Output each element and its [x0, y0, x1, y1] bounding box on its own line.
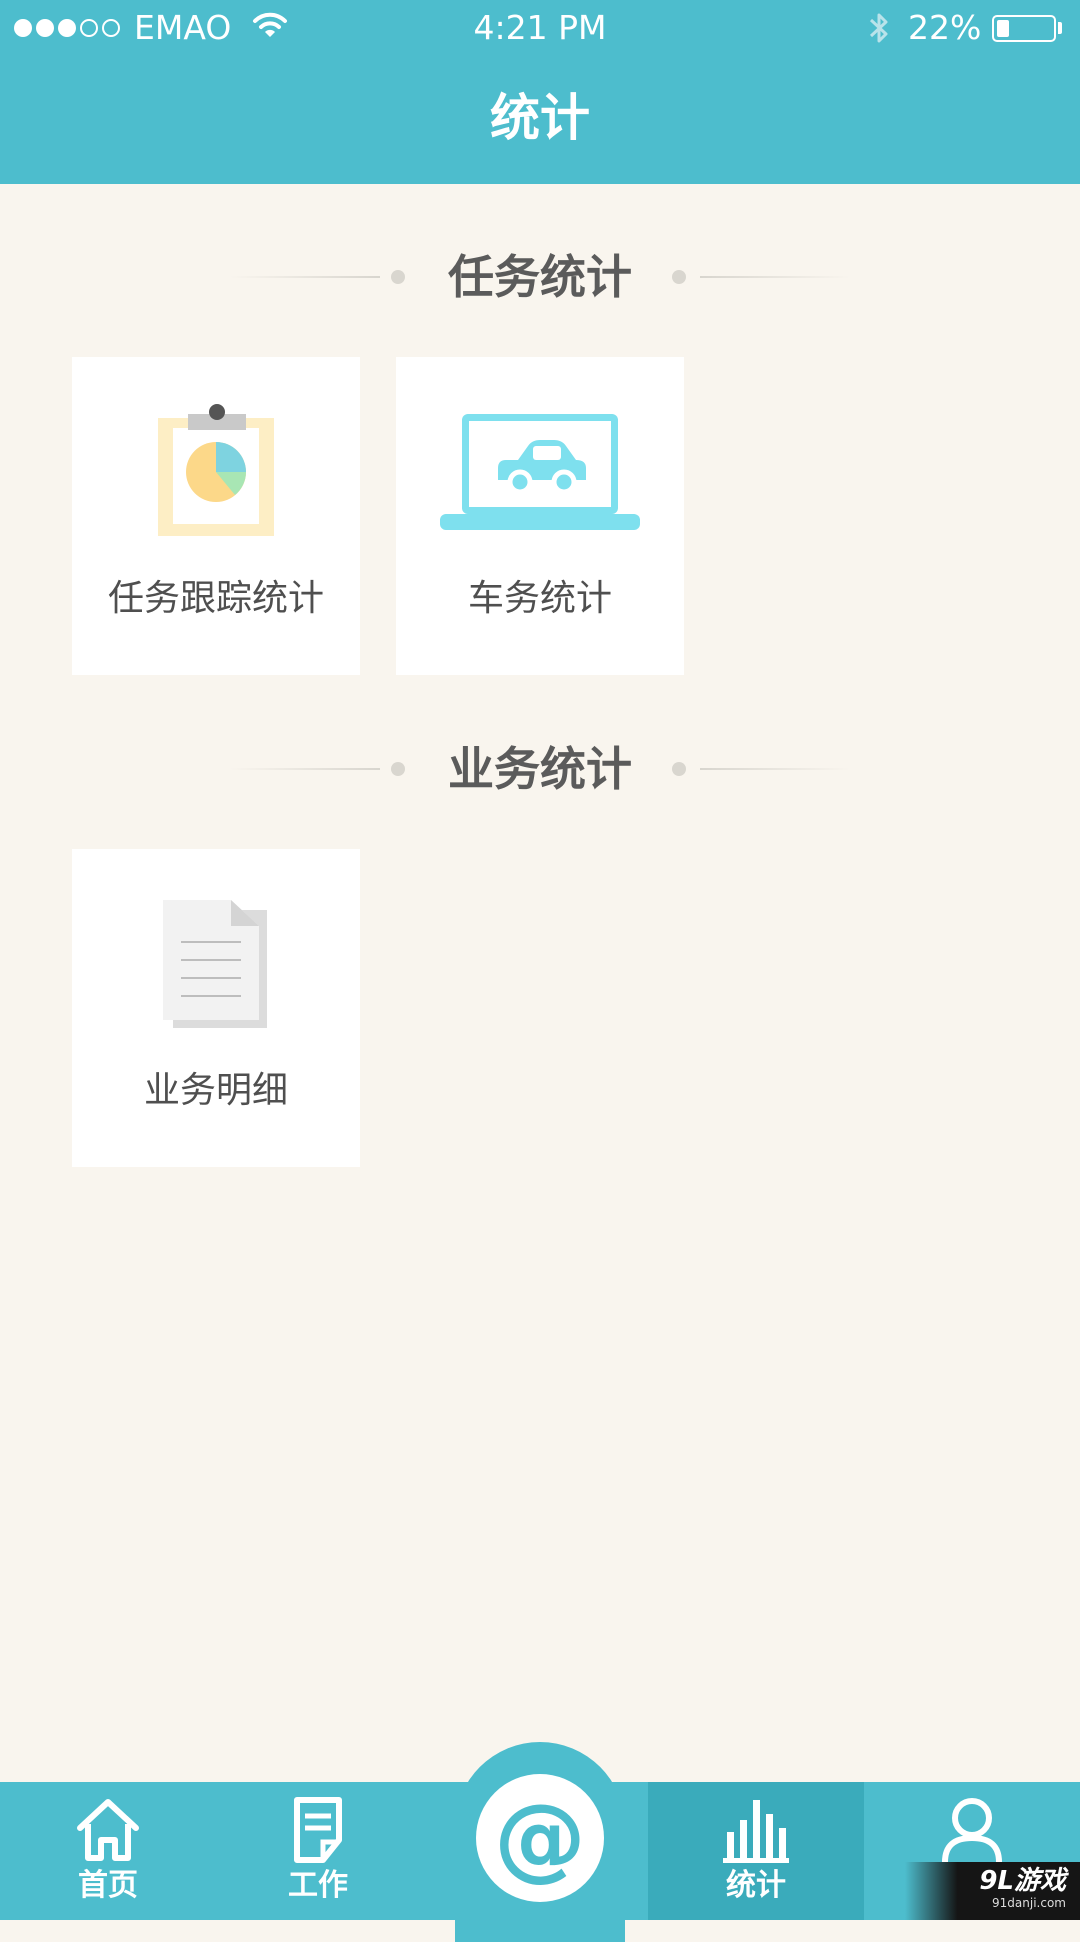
watermark-subtext: 91danji.com: [992, 1896, 1066, 1910]
laptop-car-icon: [396, 397, 684, 547]
user-icon: [864, 1796, 1080, 1864]
section-title: 任务统计: [448, 250, 632, 304]
card-label: 任务跟踪统计: [107, 578, 324, 619]
home-icon: [0, 1796, 216, 1864]
battery-cap: [1058, 22, 1062, 34]
bar-chart-icon: [648, 1796, 864, 1864]
tab-home[interactable]: 首页: [0, 1782, 216, 1920]
tab-work[interactable]: 工作: [210, 1782, 426, 1920]
section-header-task-stats: 任务统计: [0, 237, 1080, 317]
center-at-button[interactable]: @: [476, 1774, 604, 1902]
divider-line: [700, 276, 850, 278]
tab-label: 首页: [78, 1868, 138, 1903]
watermark-logo: 9L游戏 91danji.com: [905, 1862, 1080, 1920]
divider-line: [700, 768, 850, 770]
card-label: 车务统计: [467, 578, 612, 619]
tab-statistics[interactable]: 统计: [648, 1782, 864, 1920]
bluetooth-icon: [866, 10, 892, 50]
clipboard-pie-chart-icon: [72, 397, 360, 547]
status-bar: EMAO 4:21 PM 22%: [0, 0, 1080, 56]
battery-level-fill: [997, 20, 1009, 37]
divider-dot: [672, 762, 686, 776]
card-task-tracking-stats[interactable]: 任务跟踪统计: [72, 357, 360, 675]
nav-bar: 统计: [0, 56, 1080, 184]
battery-percentage: 22%: [908, 8, 982, 47]
tab-label: 统计: [726, 1868, 786, 1903]
section-header-business-stats: 业务统计: [0, 729, 1080, 809]
at-sign-icon: @: [494, 1784, 586, 1891]
card-vehicle-stats[interactable]: 车务统计: [396, 357, 684, 675]
document-icon: [72, 889, 360, 1039]
work-document-icon: [210, 1796, 426, 1864]
battery-icon: [992, 15, 1056, 42]
section-title: 业务统计: [448, 742, 632, 796]
card-label: 业务明细: [143, 1070, 288, 1111]
watermark-text: 9L游戏: [979, 1866, 1066, 1896]
tab-label: 工作: [288, 1868, 348, 1903]
page-title: 统计: [490, 89, 590, 147]
card-business-details[interactable]: 业务明细: [72, 849, 360, 1167]
divider-dot: [672, 270, 686, 284]
